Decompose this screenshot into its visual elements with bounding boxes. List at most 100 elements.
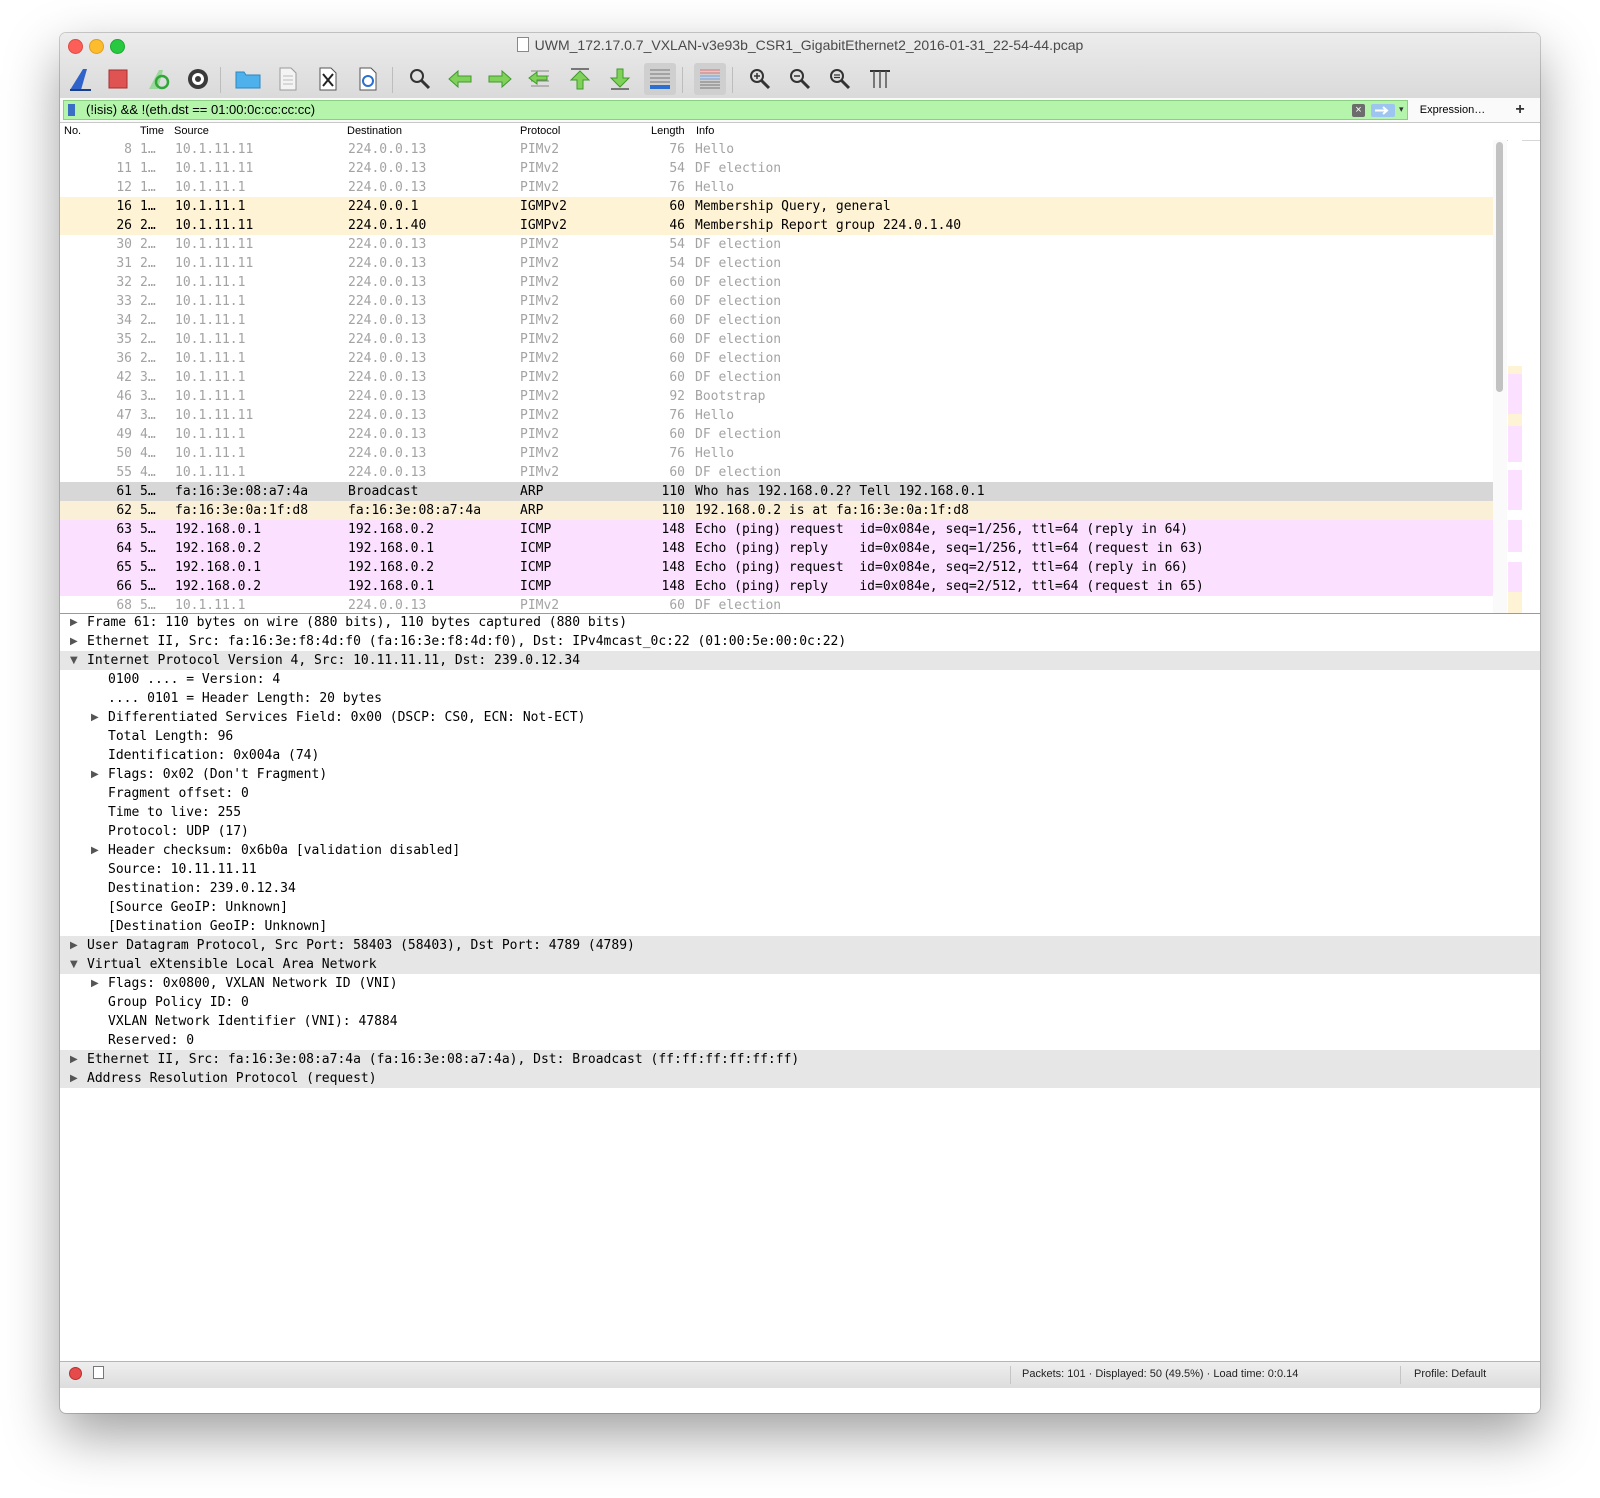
detail-row[interactable]: Total Length: 96 — [60, 727, 1540, 746]
arrow-right-icon[interactable] — [484, 63, 516, 95]
packet-row[interactable]: 49 4… 10.1.11.1 224.0.0.13 PIMv2 60 DF electio… — [60, 425, 1493, 444]
profile-label[interactable]: Profile: Default — [1414, 1368, 1486, 1380]
gear-icon[interactable] — [182, 63, 214, 95]
detail-row[interactable]: Protocol: UDP (17) — [60, 822, 1540, 841]
collapsed-triangle-icon[interactable]: ▶ — [70, 936, 78, 955]
collapsed-triangle-icon[interactable]: ▶ — [91, 974, 99, 993]
detail-row[interactable]: VXLAN Network Identifier (VNI): 47884 — [60, 1012, 1540, 1031]
autoscroll-icon[interactable] — [644, 63, 676, 95]
colorize-icon[interactable] — [694, 63, 726, 95]
expanded-triangle-icon[interactable]: ▼ — [70, 955, 78, 974]
packet-row[interactable]: 68 5… 10.1.11.1 224.0.0.13 PIMv2 60 DF electio… — [60, 596, 1493, 613]
packet-row[interactable]: 62 5… fa:16:3e:0a:1f:d8 fa:16:3e:08:a7:4a AR… — [60, 501, 1493, 520]
detail-row[interactable]: ▶ Address Resolution Protocol (request) — [60, 1069, 1540, 1088]
close-file-icon[interactable] — [312, 63, 344, 95]
collapsed-triangle-icon[interactable]: ▶ — [91, 765, 99, 784]
packet-row[interactable]: 32 2… 10.1.11.1 224.0.0.13 PIMv2 60 DF electio… — [60, 273, 1493, 292]
arrow-up-icon[interactable] — [564, 63, 596, 95]
packet-row[interactable]: 11 1… 10.1.11.11 224.0.0.13 PIMv2 54 DF electi… — [60, 159, 1493, 178]
packet-list-scrollbar[interactable] — [1493, 140, 1507, 613]
packet-row[interactable]: 64 5… 192.168.0.2 192.168.0.1 ICMP 148 Echo (p… — [60, 539, 1493, 558]
arrow-left-icon[interactable] — [444, 63, 476, 95]
packet-row[interactable]: 35 2… 10.1.11.1 224.0.0.13 PIMv2 60 DF electio… — [60, 330, 1493, 349]
column-header-length[interactable]: Length — [651, 125, 685, 137]
collapsed-triangle-icon[interactable]: ▶ — [70, 613, 78, 632]
packet-row[interactable]: 63 5… 192.168.0.1 192.168.0.2 ICMP 148 Echo (p… — [60, 520, 1493, 539]
collapsed-triangle-icon[interactable]: ▶ — [70, 1069, 78, 1088]
packet-row[interactable]: 46 3… 10.1.11.1 224.0.0.13 PIMv2 92 Bootstrap — [60, 387, 1493, 406]
detail-row[interactable]: Destination: 239.0.12.34 — [60, 879, 1540, 898]
expanded-triangle-icon[interactable]: ▼ — [70, 651, 78, 670]
packet-row[interactable]: 30 2… 10.1.11.11 224.0.0.13 PIMv2 54 DF electi… — [60, 235, 1493, 254]
packet-row[interactable]: 33 2… 10.1.11.1 224.0.0.13 PIMv2 60 DF electio… — [60, 292, 1493, 311]
column-header-time[interactable]: Time — [140, 125, 164, 137]
packet-row[interactable]: 34 2… 10.1.11.1 224.0.0.13 PIMv2 60 DF electio… — [60, 311, 1493, 330]
restart-icon[interactable] — [142, 63, 174, 95]
collapsed-triangle-icon[interactable]: ▶ — [70, 632, 78, 651]
column-header-protocol[interactable]: Protocol — [520, 125, 560, 137]
packet-row[interactable]: 61 5… fa:16:3e:08:a7:4a Broadcast ARP 110 Who … — [60, 482, 1493, 501]
add-filter-button[interactable]: + — [1505, 98, 1535, 122]
packet-row[interactable]: 42 3… 10.1.11.1 224.0.0.13 PIMv2 60 DF electio… — [60, 368, 1493, 387]
packet-row[interactable]: 31 2… 10.1.11.11 224.0.0.13 PIMv2 54 DF electi… — [60, 254, 1493, 273]
zoom-in-icon[interactable] — [744, 63, 776, 95]
zoom-out-icon[interactable] — [784, 63, 816, 95]
packet-row[interactable]: 66 5… 192.168.0.2 192.168.0.1 ICMP 148 Echo (p… — [60, 577, 1493, 596]
packet-row[interactable]: 55 4… 10.1.11.1 224.0.0.13 PIMv2 60 DF electio… — [60, 463, 1493, 482]
packet-row[interactable]: 36 2… 10.1.11.1 224.0.0.13 PIMv2 60 DF electio… — [60, 349, 1493, 368]
detail-row[interactable]: ▼ Virtual eXtensible Local Area Network — [60, 955, 1540, 974]
detail-row[interactable]: [Source GeoIP: Unknown] — [60, 898, 1540, 917]
detail-row[interactable]: Fragment offset: 0 — [60, 784, 1540, 803]
arrow-down-icon[interactable] — [604, 63, 636, 95]
column-header-destination[interactable]: Destination — [347, 125, 402, 137]
detail-row[interactable]: ▶ Frame 61: 110 bytes on wire (880 bits),… — [60, 613, 1540, 632]
collapsed-triangle-icon[interactable]: ▶ — [91, 841, 99, 860]
detail-row[interactable]: Group Policy ID: 0 — [60, 993, 1540, 1012]
collapsed-triangle-icon[interactable]: ▶ — [70, 1050, 78, 1069]
packet-row[interactable]: 8 1… 10.1.11.11 224.0.0.13 PIMv2 76 Hello — [60, 140, 1493, 159]
folder-icon[interactable] — [232, 63, 264, 95]
detail-row[interactable]: Reserved: 0 — [60, 1031, 1540, 1050]
detail-row[interactable]: 0100 .... = Version: 4 — [60, 670, 1540, 689]
detail-row[interactable]: ▶ User Datagram Protocol, Src Port: 58403… — [60, 936, 1540, 955]
packet-row[interactable]: 50 4… 10.1.11.1 224.0.0.13 PIMv2 76 Hello — [60, 444, 1493, 463]
expression-button[interactable]: Expression… — [1410, 100, 1495, 120]
goto-packet-icon[interactable] — [524, 63, 556, 95]
scrollbar-thumb[interactable] — [1496, 142, 1503, 392]
detail-row[interactable]: ▶ Flags: 0x02 (Don't Fragment) — [60, 765, 1540, 784]
magnifier-icon[interactable] — [404, 63, 436, 95]
detail-row[interactable]: ▶ Ethernet II, Src: fa:16:3e:f8:4d:f0 (fa… — [60, 632, 1540, 651]
stop-square-icon[interactable] — [102, 63, 134, 95]
detail-row[interactable]: Identification: 0x004a (74) — [60, 746, 1540, 765]
capture-comment-icon[interactable] — [93, 1366, 104, 1379]
detail-row[interactable]: ▶ Header checksum: 0x6b0a [validation dis… — [60, 841, 1540, 860]
packet-row[interactable]: 26 2… 10.1.11.11 224.0.1.40 IGMPv2 46 Membersh… — [60, 216, 1493, 235]
resize-columns-icon[interactable] — [864, 63, 896, 95]
detail-row[interactable]: ▶ Differentiated Services Field: 0x00 (DS… — [60, 708, 1540, 727]
reload-icon[interactable] — [352, 63, 384, 95]
display-filter-input[interactable]: (!isis) && !(eth.dst == 01:00:0c:cc:cc:c… — [63, 100, 1408, 120]
column-header-no[interactable]: No. — [64, 125, 81, 137]
apply-filter-button[interactable] — [1371, 104, 1395, 117]
clear-filter-icon[interactable]: × — [1352, 104, 1365, 117]
detail-row[interactable]: ▶ Ethernet II, Src: fa:16:3e:08:a7:4a (fa… — [60, 1050, 1540, 1069]
shark-fin-icon[interactable] — [64, 63, 96, 95]
file-icon[interactable] — [272, 63, 304, 95]
collapsed-triangle-icon[interactable]: ▶ — [91, 708, 99, 727]
detail-row[interactable]: .... 0101 = Header Length: 20 bytes — [60, 689, 1540, 708]
detail-row[interactable]: Time to live: 255 — [60, 803, 1540, 822]
column-header-source[interactable]: Source — [174, 125, 209, 137]
bookmark-icon[interactable] — [68, 104, 75, 116]
packet-row[interactable]: 12 1… 10.1.11.1 224.0.0.13 PIMv2 76 Hello — [60, 178, 1493, 197]
expert-info-icon[interactable] — [69, 1367, 82, 1380]
chevron-down-icon[interactable]: ▾ — [1399, 104, 1404, 115]
column-header-info[interactable]: Info — [696, 125, 714, 137]
packet-row[interactable]: 47 3… 10.1.11.11 224.0.0.13 PIMv2 76 Hello — [60, 406, 1493, 425]
packet-row[interactable]: 65 5… 192.168.0.1 192.168.0.2 ICMP 148 Echo (p… — [60, 558, 1493, 577]
zoom-normal-icon[interactable] — [824, 63, 856, 95]
detail-row[interactable]: [Destination GeoIP: Unknown] — [60, 917, 1540, 936]
detail-row[interactable]: ▼ Internet Protocol Version 4, Src: 10.11… — [60, 651, 1540, 670]
packet-row[interactable]: 16 1… 10.1.11.1 224.0.0.1 IGMPv2 60 Membership… — [60, 197, 1493, 216]
detail-row[interactable]: Source: 10.11.11.11 — [60, 860, 1540, 879]
display-filter-text[interactable]: (!isis) && !(eth.dst == 01:00:0c:cc:cc:c… — [86, 102, 315, 117]
